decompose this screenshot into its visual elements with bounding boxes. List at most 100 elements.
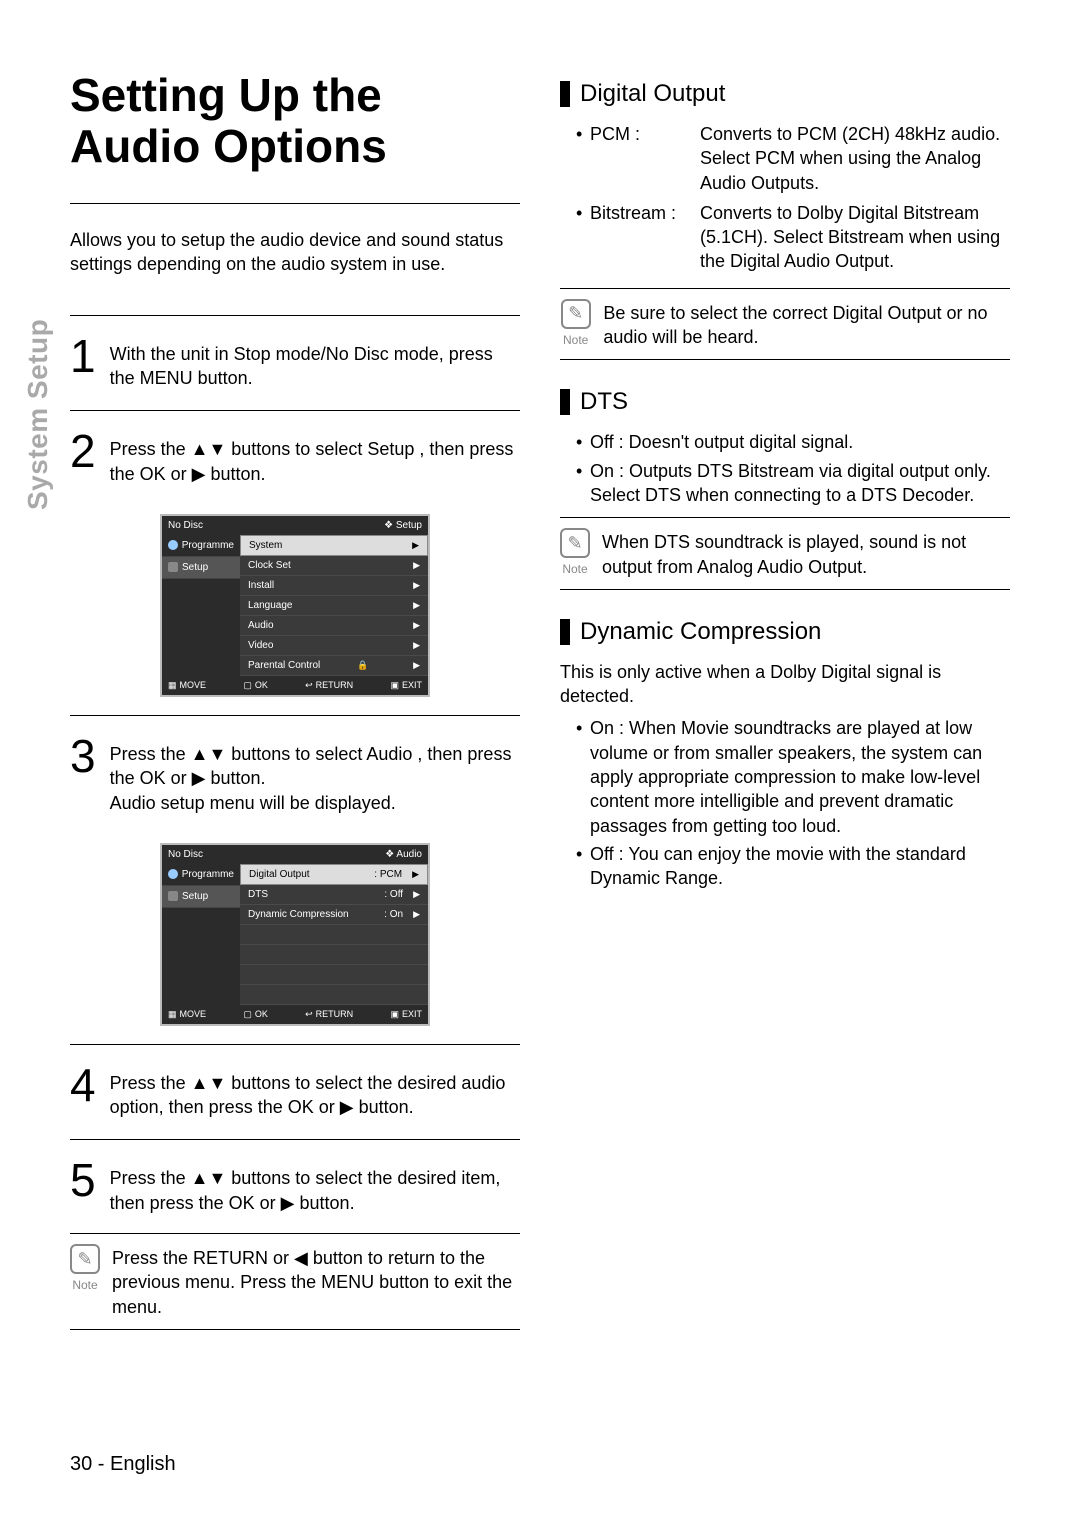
chevron-right-icon: ▶	[413, 600, 420, 611]
dyn-on: •On : When Movie soundtracks are played …	[576, 716, 1010, 837]
osd-menu-row: Clock Set▶	[240, 556, 428, 576]
step-number: 1	[70, 336, 96, 377]
step-number: 5	[70, 1160, 96, 1201]
section-bar-icon	[560, 619, 570, 645]
dyn-off: •Off : You can enjoy the movie with the …	[576, 842, 1010, 891]
note-label: Note	[560, 562, 590, 576]
note-text: When DTS soundtrack is played, sound is …	[602, 528, 1010, 579]
def-term: PCM :	[590, 122, 700, 146]
step-number: 3	[70, 736, 96, 777]
osd-top-left: No Disc	[168, 849, 203, 860]
osd-menu-row: Video▶	[240, 636, 428, 656]
osd-menu-row: Language▶	[240, 596, 428, 616]
note-dts: ✎ Note When DTS soundtrack is played, so…	[560, 517, 1010, 590]
osd-menu-row: Dynamic Compression: On▶	[240, 905, 428, 925]
osd-menu-row: Digital Output: PCM▶	[240, 864, 428, 885]
osd-hint-return: ↩ RETURN	[305, 680, 353, 691]
def-term: Bitstream :	[590, 201, 700, 225]
dts-on: •On : Outputs DTS Bitstream via digital …	[576, 459, 1010, 508]
note-block: ✎ Note Press the RETURN or ◀ button to r…	[70, 1233, 520, 1330]
osd-hint-move: ▦ MOVE	[168, 1009, 206, 1020]
step-4: 4 Press the ▲▼ buttons to select the des…	[70, 1055, 520, 1130]
section-bar-icon	[560, 81, 570, 107]
osd-side-setup: Setup	[162, 557, 240, 579]
chevron-right-icon: ▶	[413, 909, 420, 920]
chevron-right-icon: ▶	[413, 889, 420, 900]
chevron-right-icon: ▶	[412, 540, 419, 551]
left-column: Setting Up the Audio Options Allows you …	[70, 70, 520, 1330]
section-title: Dynamic Compression	[580, 618, 821, 646]
step-2: 2 Press the ▲▼ buttons to select Setup ,…	[70, 421, 520, 496]
def-desc: Converts to PCM (2CH) 48kHz audio. Selec…	[700, 122, 1010, 195]
lock-icon: 🔒	[357, 660, 368, 671]
chevron-right-icon: ▶	[412, 869, 419, 880]
note-text: Be sure to select the correct Digital Ou…	[603, 299, 1010, 350]
osd-empty-row	[240, 945, 428, 965]
section-dts: DTS	[560, 388, 1010, 416]
step-text: Press the ▲▼ buttons to select the desir…	[110, 1065, 520, 1120]
osd-hint-exit: ▣ EXIT	[390, 680, 422, 691]
chevron-right-icon: ▶	[413, 560, 420, 571]
programme-icon	[168, 869, 178, 879]
note-label: Note	[560, 333, 591, 347]
osd-top-right: ❖ Setup	[384, 520, 422, 531]
section-bar-icon	[560, 389, 570, 415]
osd-hint-move: ▦ MOVE	[168, 680, 206, 691]
note-label: Note	[70, 1278, 100, 1292]
step-number: 2	[70, 431, 96, 472]
step-text: Press the ▲▼ buttons to select the desir…	[110, 1160, 520, 1215]
dyn-intro: This is only active when a Dolby Digital…	[560, 660, 1010, 709]
osd-side-programme: Programme	[162, 535, 240, 557]
osd-screenshot-setup: No Disc ❖ Setup Programme Setup System▶C…	[160, 514, 430, 697]
dts-off: •Off : Doesn't output digital signal.	[576, 430, 1010, 454]
osd-top-right: ❖ Audio	[385, 849, 422, 860]
osd-screenshot-audio: No Disc ❖ Audio Programme Setup Digital …	[160, 843, 430, 1026]
osd-empty-row	[240, 985, 428, 1005]
osd-menu-row: Audio▶	[240, 616, 428, 636]
chevron-right-icon: ▶	[413, 660, 420, 671]
gear-icon	[168, 562, 178, 572]
step-3: 3 Press the ▲▼ buttons to select Audio ,…	[70, 726, 520, 825]
section-dynamic-compression: Dynamic Compression	[560, 618, 1010, 646]
digital-output-bitstream: • Bitstream : Converts to Dolby Digital …	[576, 201, 1010, 274]
osd-menu-row: System▶	[240, 535, 428, 556]
section-side-label: System Setup	[22, 319, 54, 510]
section-title: Digital Output	[580, 80, 725, 108]
pencil-icon: ✎	[560, 528, 590, 558]
intro-text: Allows you to setup the audio device and…	[70, 228, 520, 277]
osd-top-left: No Disc	[168, 520, 203, 531]
section-title: DTS	[580, 388, 628, 416]
chevron-right-icon: ▶	[413, 580, 420, 591]
note-text: Press the RETURN or ◀ button to return t…	[112, 1244, 520, 1319]
page-title: Setting Up the Audio Options	[70, 70, 520, 171]
pencil-icon: ✎	[70, 1244, 100, 1274]
osd-hint-exit: ▣ EXIT	[390, 1009, 422, 1020]
step-1: 1 With the unit in Stop mode/No Disc mod…	[70, 326, 520, 401]
step-number: 4	[70, 1065, 96, 1106]
osd-empty-row	[240, 925, 428, 945]
pencil-icon: ✎	[561, 299, 591, 329]
step-text: Press the ▲▼ buttons to select Audio , t…	[110, 736, 520, 815]
page-footer: 30 - English	[70, 1453, 176, 1476]
osd-side-programme: Programme	[162, 864, 240, 886]
step-text: Press the ▲▼ buttons to select Setup , t…	[110, 431, 520, 486]
osd-empty-row	[240, 965, 428, 985]
chevron-right-icon: ▶	[413, 620, 420, 631]
osd-menu-row: DTS: Off▶	[240, 885, 428, 905]
step-text: With the unit in Stop mode/No Disc mode,…	[110, 336, 520, 391]
def-desc: Converts to Dolby Digital Bitstream (5.1…	[700, 201, 1010, 274]
osd-menu-row: Parental Control🔒▶	[240, 656, 428, 676]
chevron-right-icon: ▶	[413, 640, 420, 651]
step-5: 5 Press the ▲▼ buttons to select the des…	[70, 1150, 520, 1225]
osd-hint-return: ↩ RETURN	[305, 1009, 353, 1020]
programme-icon	[168, 540, 178, 550]
digital-output-pcm: • PCM : Converts to PCM (2CH) 48kHz audi…	[576, 122, 1010, 195]
gear-icon	[168, 891, 178, 901]
osd-menu-row: Install▶	[240, 576, 428, 596]
osd-hint-ok: ▢ OK	[243, 1009, 268, 1020]
right-column: Digital Output • PCM : Converts to PCM (…	[560, 70, 1010, 1330]
section-digital-output: Digital Output	[560, 80, 1010, 108]
osd-side-setup: Setup	[162, 886, 240, 908]
note-digital-output: ✎ Note Be sure to select the correct Dig…	[560, 288, 1010, 361]
title-rule	[70, 203, 520, 204]
